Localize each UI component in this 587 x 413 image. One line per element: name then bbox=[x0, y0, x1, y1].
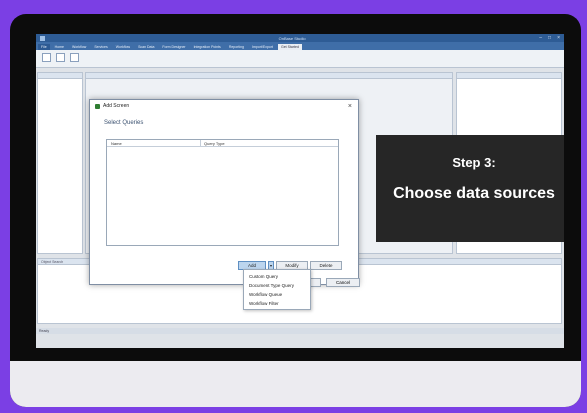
menu-item-custom-query[interactable]: Custom Query bbox=[244, 272, 310, 281]
tab-services[interactable]: Services bbox=[91, 44, 110, 50]
app-icon bbox=[40, 35, 45, 41]
tab-home[interactable]: Home bbox=[52, 44, 67, 50]
bottom-bar bbox=[10, 361, 581, 407]
add-dropdown-menu: Custom Query Document Type Query Workflo… bbox=[243, 269, 311, 310]
left-pane bbox=[37, 72, 83, 254]
queries-table[interactable]: Name Query Type bbox=[106, 139, 339, 246]
minimize-icon[interactable]: – bbox=[539, 35, 542, 41]
left-pane-header bbox=[38, 73, 82, 79]
delete-button[interactable]: Delete bbox=[310, 261, 342, 270]
step-overlay: Step 3: Choose data sources bbox=[376, 135, 564, 242]
cancel-button[interactable]: Cancel bbox=[326, 278, 360, 287]
center-pane-header bbox=[86, 73, 452, 79]
queries-table-header: Name Query Type bbox=[107, 140, 338, 147]
dialog-app-icon bbox=[95, 103, 100, 109]
tab-workflow[interactable]: Workflow bbox=[69, 44, 89, 50]
tab-scan-data[interactable]: Scan Data bbox=[135, 44, 157, 50]
right-pane-header bbox=[457, 73, 561, 79]
close-icon[interactable]: × bbox=[348, 103, 352, 110]
save-icon[interactable] bbox=[70, 53, 79, 62]
brand-logo-icon: ​ bbox=[0, 16, 20, 76]
dialog-title: Add Screen bbox=[103, 103, 130, 109]
tab-integration[interactable]: Integration Points bbox=[191, 44, 224, 50]
window-title: OnBase Studio bbox=[278, 35, 306, 41]
new-icon[interactable] bbox=[42, 53, 51, 62]
tab-workflow-2[interactable]: Workflow bbox=[113, 44, 133, 50]
close-icon[interactable]: × bbox=[557, 35, 560, 41]
tab-get-started[interactable]: Get Started bbox=[278, 44, 302, 50]
tab-reporting[interactable]: Reporting bbox=[226, 44, 247, 50]
status-bar: Ready bbox=[36, 328, 564, 334]
menu-item-workflow-filter[interactable]: Workflow Filter bbox=[244, 299, 310, 308]
menu-item-workflow-queue[interactable]: Workflow Queue bbox=[244, 290, 310, 299]
column-query-type[interactable]: Query Type bbox=[201, 140, 225, 146]
tab-file[interactable]: File bbox=[38, 44, 50, 50]
window-titlebar: OnBase Studio – □ × bbox=[36, 34, 564, 42]
open-icon[interactable] bbox=[56, 53, 65, 62]
dialog-titlebar: Add Screen × bbox=[90, 100, 358, 112]
step-number: Step 3: bbox=[452, 155, 496, 170]
screen-recording: OnBase Studio – □ × File Home Workflow Ser… bbox=[36, 34, 564, 348]
column-name[interactable]: Name bbox=[107, 140, 201, 146]
tab-import-export[interactable]: Import/Export bbox=[249, 44, 276, 50]
window-controls[interactable]: – □ × bbox=[539, 35, 560, 41]
maximize-icon[interactable]: □ bbox=[548, 35, 551, 41]
ribbon-toolbar bbox=[36, 50, 564, 68]
video-card: OnBase Studio – □ × File Home Workflow Ser… bbox=[10, 14, 581, 407]
ribbon-tabs: File Home Workflow Services Workflow Sca… bbox=[36, 42, 564, 50]
section-heading: Select Queries bbox=[104, 120, 144, 126]
add-screen-dialog: Add Screen × Select Queries Name Query T… bbox=[89, 99, 360, 287]
tab-form-designer[interactable]: Form Designer bbox=[159, 44, 188, 50]
step-caption: Choose data sources bbox=[393, 185, 555, 202]
menu-item-document-type-query[interactable]: Document Type Query bbox=[244, 281, 310, 290]
